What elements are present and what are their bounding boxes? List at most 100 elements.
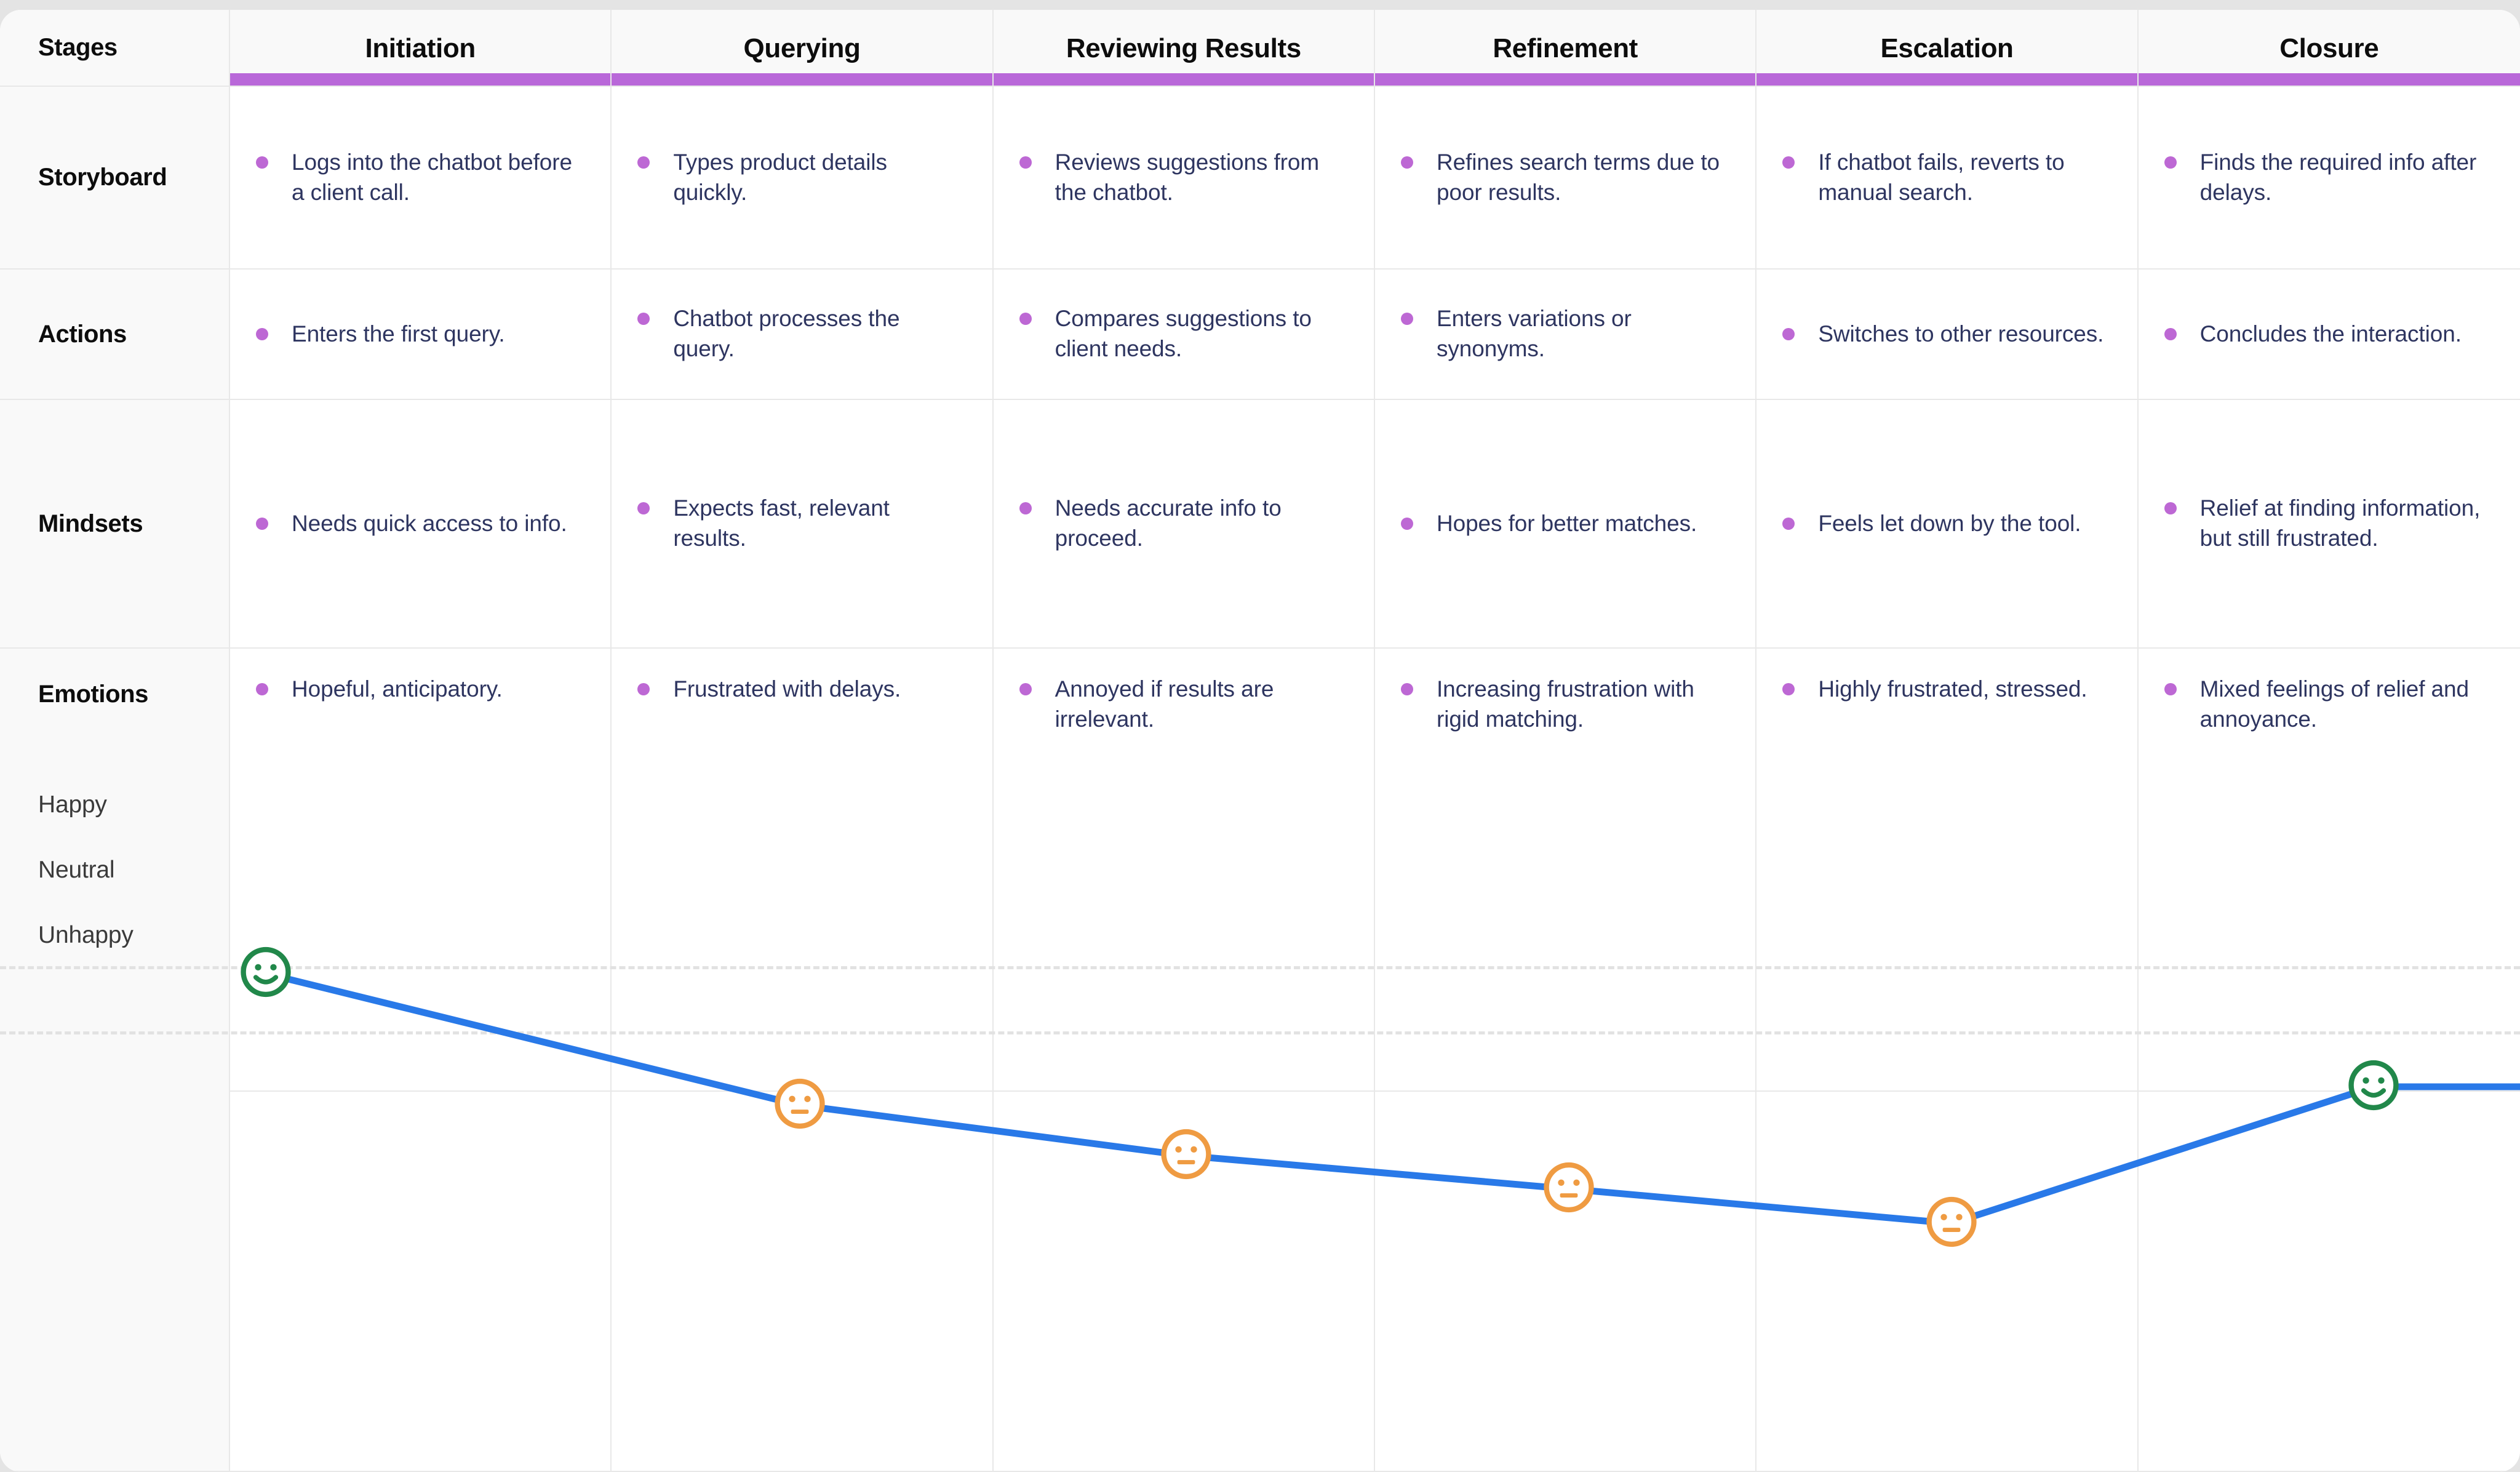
emotion-chart-cell-refinement [1374,1092,1757,1472]
emotion-chart-cell-reviewing-results [993,1092,1375,1472]
stage-accent-bar [2138,73,2520,86]
column-header-escalation[interactable]: Escalation [1756,10,2139,87]
column-header-label: Initiation [365,33,476,63]
cell-storyboard-querying[interactable]: Types product details quickly. [612,87,994,270]
bullet-icon [1782,156,1795,169]
cell-storyboard-reviewing-results[interactable]: Reviews suggestions from the chatbot. [993,87,1375,270]
cell-actions-initiation[interactable]: Enters the first query. [230,270,612,400]
column-header-label: Escalation [1880,33,2014,63]
bullet-icon [637,683,650,695]
emotion-chart-cell-initiation [230,1092,612,1472]
row-header-storyboard: Storyboard [0,87,230,270]
cell-text: Needs accurate info to proceed. [1055,495,1282,551]
cell-text: Annoyed if results are irrelevant. [1055,676,1274,732]
stage-accent-bar [1374,73,1756,86]
bullet-icon [1019,313,1032,326]
cell-mindsets-refinement[interactable]: Hopes for better matches. [1374,400,1757,649]
stage-accent-bar [230,73,611,86]
bullet-icon [637,313,650,326]
cell-text: Switches to other resources. [1818,321,2104,346]
cell-text: Feels let down by the tool. [1818,510,2081,536]
journey-grid: Stages Initiation Querying Reviewing Res… [0,10,2520,1472]
cell-storyboard-escalation[interactable]: If chatbot fails, reverts to manual sear… [1756,87,2139,270]
column-header-querying[interactable]: Querying [612,10,994,87]
bullet-icon [1782,327,1795,340]
cell-text: Highly frustrated, stressed. [1818,676,2087,702]
cell-storyboard-refinement[interactable]: Refines search terms due to poor results… [1374,87,1757,270]
cell-text: Relief at finding information, but still… [2199,495,2481,551]
cell-emotions-refinement[interactable]: Increasing frustration with rigid matchi… [1374,649,1757,1092]
row-header-actions: Actions [0,270,230,400]
bullet-icon [1782,517,1795,530]
column-header-reviewing-results[interactable]: Reviewing Results [993,10,1375,87]
journey-map-board: Stages Initiation Querying Reviewing Res… [0,10,2520,1472]
bullet-icon [2164,683,2177,695]
column-header-initiation[interactable]: Initiation [230,10,612,87]
cell-emotions-reviewing-results[interactable]: Annoyed if results are irrelevant. [993,649,1375,1092]
stage-accent-bar [612,73,992,86]
cell-actions-querying[interactable]: Chatbot processes the query. [612,270,994,400]
cell-text: Finds the required info after delays. [2199,149,2477,205]
row-header-emotions: Emotions Happy Neutral Unhappy [0,649,230,1472]
cell-text: Mixed feelings of relief and annoyance. [2199,676,2469,732]
bullet-icon [1400,313,1413,326]
bullet-icon [637,502,650,515]
stages-header: Stages [0,10,230,87]
cell-emotions-closure[interactable]: Mixed feelings of relief and annoyance. [2138,649,2520,1092]
cell-text: Needs quick access to info. [292,510,567,536]
bullet-icon [1019,156,1032,169]
column-header-refinement[interactable]: Refinement [1374,10,1757,87]
row-header-label: Emotions [38,681,149,708]
cell-emotions-initiation[interactable]: Hopeful, anticipatory. [230,649,612,1092]
stages-header-label: Stages [38,34,118,61]
emotion-chart-cell-querying [612,1092,994,1472]
row-header-label: Actions [38,320,127,348]
bullet-icon [1400,517,1413,530]
cell-emotions-querying[interactable]: Frustrated with delays. [612,649,994,1092]
cell-storyboard-initiation[interactable]: Logs into the chatbot before a client ca… [230,87,612,270]
row-header-label: Storyboard [38,164,167,191]
bullet-icon [2164,156,2177,169]
cell-text: Enters the first query. [292,321,505,346]
column-header-label: Refinement [1493,33,1638,63]
cell-text: Enters variations or synonyms. [1436,306,1632,361]
cell-text: Reviews suggestions from the chatbot. [1055,149,1320,205]
cell-text: Expects fast, relevant results. [673,495,890,551]
emotion-axis-happy: Happy [38,791,107,818]
cell-actions-reviewing-results[interactable]: Compares suggestions to client needs. [993,270,1375,400]
cell-mindsets-escalation[interactable]: Feels let down by the tool. [1756,400,2139,649]
bullet-icon [1400,683,1413,695]
cell-mindsets-querying[interactable]: Expects fast, relevant results. [612,400,994,649]
stage-accent-bar [1756,73,2137,86]
bullet-icon [1019,502,1032,515]
bullet-icon [2164,327,2177,340]
cell-text: If chatbot fails, reverts to manual sear… [1818,149,2065,205]
cell-actions-refinement[interactable]: Enters variations or synonyms. [1374,270,1757,400]
emotion-axis-neutral: Neutral [38,857,115,883]
cell-text: Hopeful, anticipatory. [292,676,503,702]
cell-storyboard-closure[interactable]: Finds the required info after delays. [2138,87,2520,270]
cell-text: Chatbot processes the query. [673,306,900,361]
column-header-label: Reviewing Results [1066,33,1301,63]
cell-text: Concludes the interaction. [2199,321,2462,346]
column-header-label: Querying [743,33,861,63]
bullet-icon [256,327,268,340]
bullet-icon [1019,683,1032,695]
emotion-axis-unhappy: Unhappy [38,922,134,948]
cell-actions-closure[interactable]: Concludes the interaction. [2138,270,2520,400]
bullet-icon [1782,683,1795,695]
row-header-mindsets: Mindsets [0,400,230,649]
cell-text: Refines search terms due to poor results… [1436,149,1720,205]
bullet-icon [256,156,268,169]
column-header-closure[interactable]: Closure [2138,10,2520,87]
bullet-icon [2164,502,2177,515]
cell-mindsets-reviewing-results[interactable]: Needs accurate info to proceed. [993,400,1375,649]
cell-actions-escalation[interactable]: Switches to other resources. [1756,270,2139,400]
cell-mindsets-initiation[interactable]: Needs quick access to info. [230,400,612,649]
bullet-icon [1400,156,1413,169]
emotion-chart-cell-closure [2138,1092,2520,1472]
cell-mindsets-closure[interactable]: Relief at finding information, but still… [2138,400,2520,649]
row-header-label: Mindsets [38,510,143,537]
bullet-icon [256,517,268,530]
cell-emotions-escalation[interactable]: Highly frustrated, stressed. [1756,649,2139,1092]
